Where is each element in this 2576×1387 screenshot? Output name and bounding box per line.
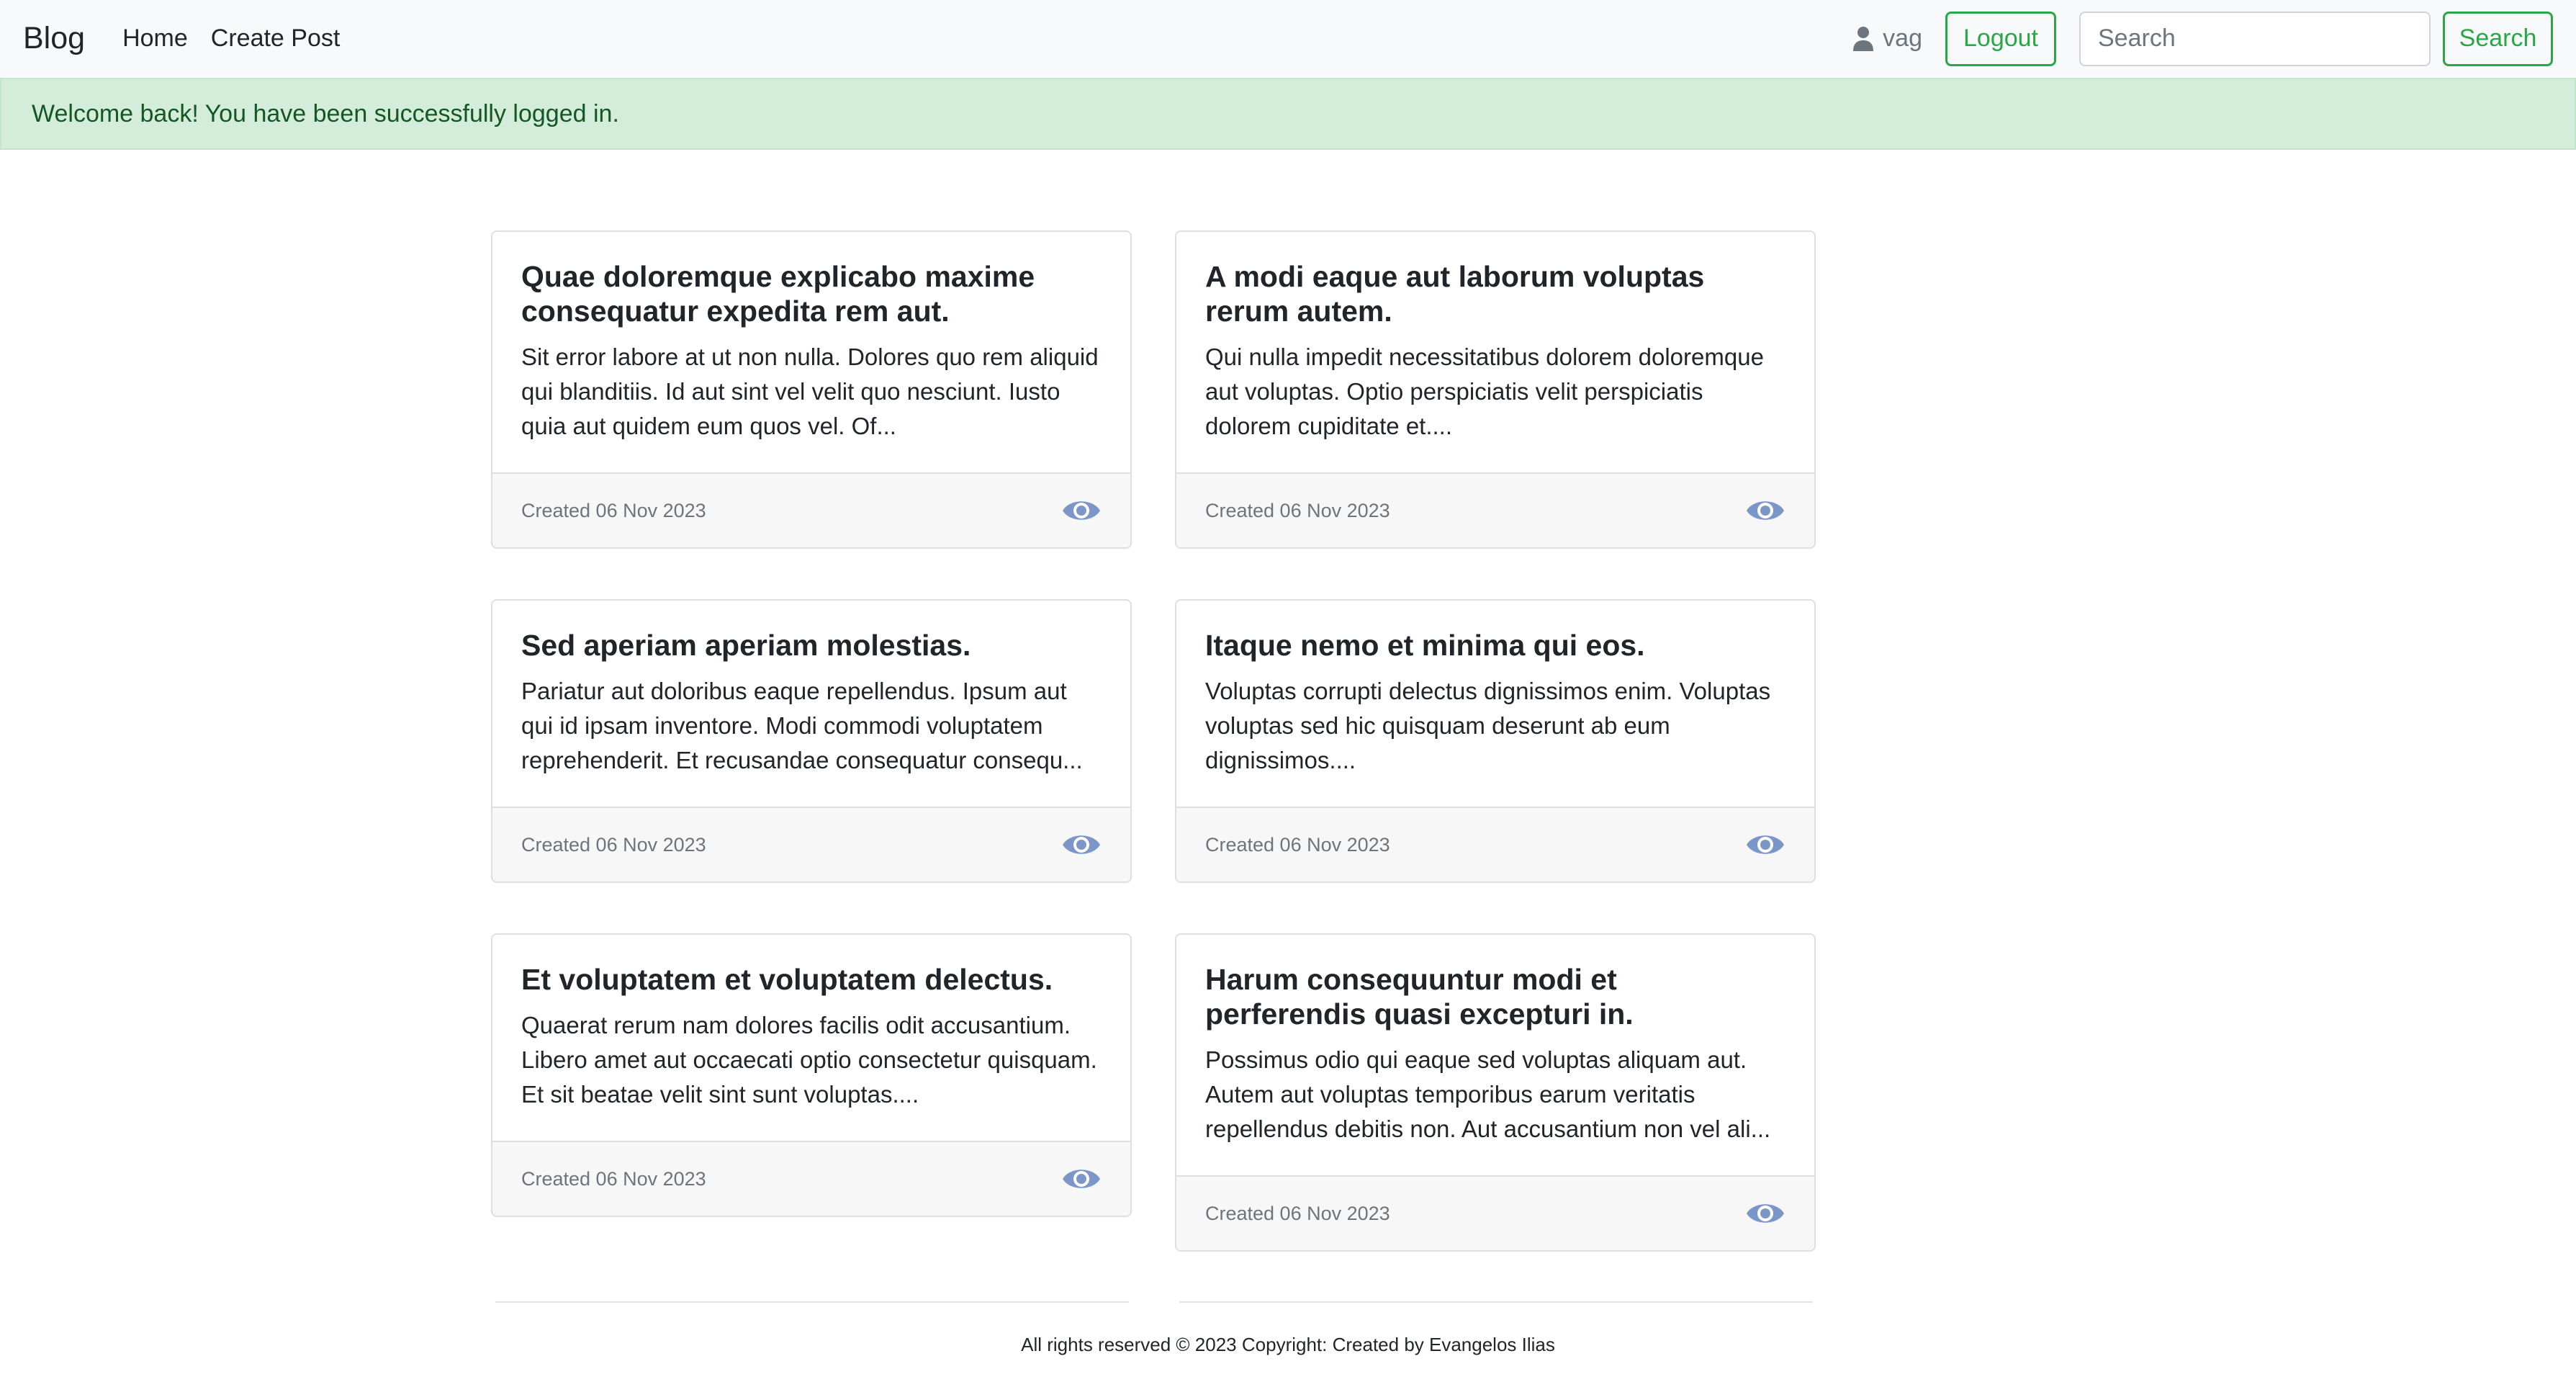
nav-home-link[interactable]: Home — [122, 24, 188, 53]
post-card: Itaque nemo et minima qui eos. Voluptas … — [1175, 599, 1816, 883]
logout-button[interactable]: Logout — [1945, 11, 2056, 66]
post-excerpt: Qui nulla impedit necessitatibus dolorem… — [1205, 344, 1764, 439]
username: vag — [1883, 24, 1922, 52]
eye-icon[interactable] — [1061, 496, 1102, 525]
search-input[interactable] — [2079, 11, 2431, 66]
card-footer: Created 06 Nov 2023 — [492, 807, 1130, 881]
card-footer: Created 06 Nov 2023 — [492, 472, 1130, 547]
eye-icon[interactable] — [1061, 1164, 1102, 1193]
card-body: A modi eaque aut laborum voluptas rerum … — [1176, 232, 1814, 472]
post-title[interactable]: Et voluptatem et voluptatem delectus. — [521, 962, 1102, 997]
post-title[interactable]: Harum consequuntur modi et perferendis q… — [1205, 962, 1785, 1031]
search-button[interactable]: Search — [2443, 11, 2553, 66]
post-card: Et voluptatem et voluptatem delectus. Qu… — [491, 933, 1132, 1217]
nav-create-post-link[interactable]: Create Post — [211, 24, 341, 53]
footer-divider — [495, 1301, 1129, 1303]
card-footer: Created 06 Nov 2023 — [1176, 807, 1814, 881]
post-created-date: Created 06 Nov 2023 — [521, 1167, 706, 1190]
post-excerpt: Possimus odio qui eaque sed voluptas ali… — [1205, 1046, 1771, 1142]
user-display: vag — [1852, 24, 1922, 53]
post-title[interactable]: Quae doloremque explicabo maxime consequ… — [521, 259, 1102, 328]
card-body: Et voluptatem et voluptatem delectus. Qu… — [492, 935, 1130, 1141]
post-created-date: Created 06 Nov 2023 — [521, 499, 706, 521]
brand-link[interactable]: Blog — [23, 21, 85, 56]
post-card: A modi eaque aut laborum voluptas rerum … — [1175, 230, 1816, 549]
card-footer: Created 06 Nov 2023 — [492, 1141, 1130, 1216]
post-created-date: Created 06 Nov 2023 — [1205, 499, 1390, 521]
card-footer: Created 06 Nov 2023 — [1176, 1175, 1814, 1250]
eye-icon[interactable] — [1745, 830, 1785, 859]
post-excerpt: Voluptas corrupti delectus dignissimos e… — [1205, 678, 1771, 773]
post-excerpt: Quaerat rerum nam dolores facilis odit a… — [521, 1012, 1097, 1108]
post-title[interactable]: Sed aperiam aperiam molestias. — [521, 628, 1102, 663]
navbar: Blog Home Create Post vag Logout Search — [0, 0, 2576, 77]
post-card: Harum consequuntur modi et perferendis q… — [1175, 933, 1816, 1252]
card-body: Itaque nemo et minima qui eos. Voluptas … — [1176, 601, 1814, 807]
post-created-date: Created 06 Nov 2023 — [1205, 1202, 1390, 1224]
eye-icon[interactable] — [1061, 830, 1102, 859]
post-title[interactable]: Itaque nemo et minima qui eos. — [1205, 628, 1785, 663]
post-card: Sed aperiam aperiam molestias. Pariatur … — [491, 599, 1132, 883]
user-icon — [1853, 26, 1874, 51]
login-success-alert: Welcome back! You have been successfully… — [0, 78, 2576, 150]
copyright-text: All rights reserved © 2023 Copyright: Cr… — [1021, 1334, 1555, 1355]
card-body: Sed aperiam aperiam molestias. Pariatur … — [492, 601, 1130, 807]
navbar-right: vag Logout Search — [1852, 11, 2553, 66]
footer-divider — [1179, 1301, 1813, 1303]
post-created-date: Created 06 Nov 2023 — [521, 833, 706, 856]
card-footer: Created 06 Nov 2023 — [1176, 472, 1814, 547]
post-card: Quae doloremque explicabo maxime consequ… — [491, 230, 1132, 549]
card-body: Quae doloremque explicabo maxime consequ… — [492, 232, 1130, 472]
post-created-date: Created 06 Nov 2023 — [1205, 833, 1390, 856]
alert-message: Welcome back! You have been successfully… — [32, 99, 619, 127]
eye-icon[interactable] — [1745, 1199, 1785, 1228]
eye-icon[interactable] — [1745, 496, 1785, 525]
post-title[interactable]: A modi eaque aut laborum voluptas rerum … — [1205, 259, 1785, 328]
post-excerpt: Sit error labore at ut non nulla. Dolore… — [521, 344, 1099, 439]
page-footer: All rights reserved © 2023 Copyright: Cr… — [0, 1334, 2576, 1356]
post-excerpt: Pariatur aut doloribus eaque repellendus… — [521, 678, 1083, 773]
card-body: Harum consequuntur modi et perferendis q… — [1176, 935, 1814, 1175]
